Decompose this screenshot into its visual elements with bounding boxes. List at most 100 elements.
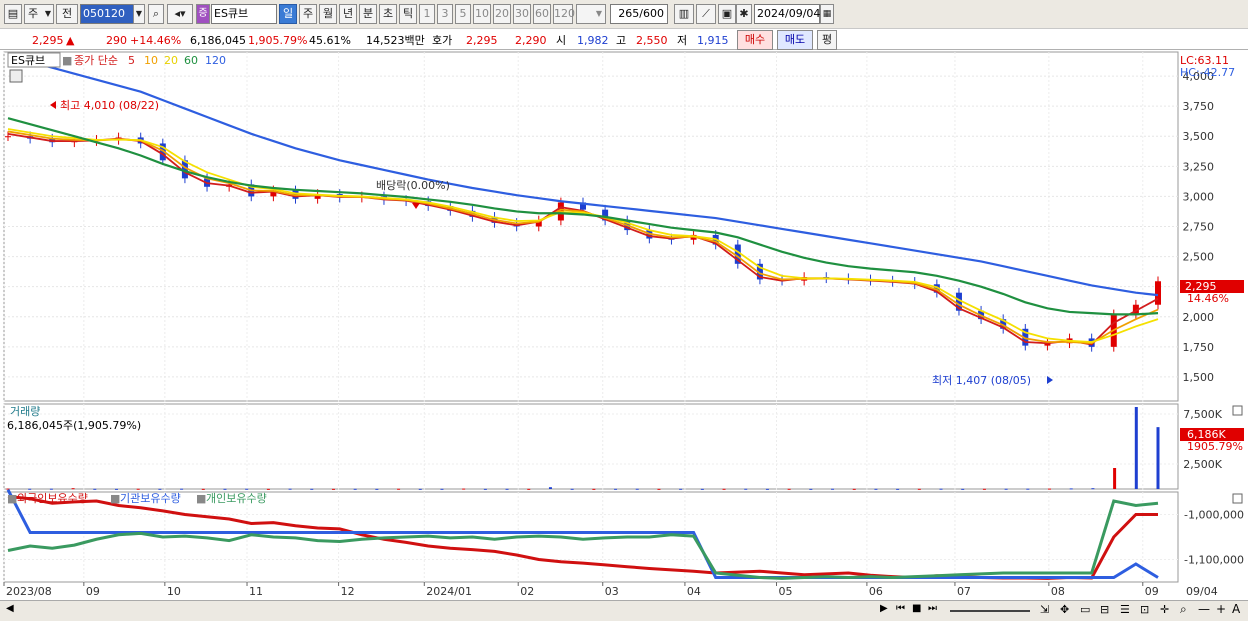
zoom-in-icon[interactable]: + — [1216, 602, 1226, 616]
bid-value: 2,290 — [515, 34, 547, 47]
volume-bar — [679, 488, 683, 490]
speaker-icon[interactable]: ◂▾ — [167, 4, 193, 24]
stop-icon[interactable]: ■ — [912, 603, 921, 614]
volume-bar — [1004, 488, 1008, 490]
tab-timeframe-week[interactable]: 주 — [299, 4, 317, 24]
volume-bar — [505, 488, 509, 490]
interval-120[interactable]: 120 — [553, 4, 575, 24]
volume-bar — [93, 488, 97, 490]
scroll-right-icon[interactable]: ▶ — [880, 603, 888, 614]
month-label: 06 — [869, 585, 883, 598]
price-tick-label: 2,750 — [1183, 221, 1215, 234]
volume-bar — [310, 488, 314, 490]
zoom-range-icon[interactable]: ⇲ — [1040, 603, 1049, 616]
crosshair-icon[interactable]: ✛ — [1160, 603, 1169, 616]
high-label: 고 — [616, 34, 627, 47]
price-tick-label: 2,500 — [1183, 251, 1215, 264]
grid-toggle-icon[interactable] — [9, 69, 23, 83]
interval-10[interactable]: 10 — [473, 4, 491, 24]
chevron-down-icon[interactable]: ▼ — [133, 4, 145, 24]
move-icon[interactable]: ✥ — [1060, 603, 1069, 616]
hc-label: HC:-42.77 — [1180, 66, 1235, 79]
toolbar: ▤ 주 ▼ 전 050120 ▼ ⌕ ◂▾ 증 ES큐브 일 주 월 년 분 초 … — [0, 0, 1248, 28]
interval-3[interactable]: 3 — [437, 4, 453, 24]
tab-timeframe-second[interactable]: 초 — [379, 4, 397, 24]
volume-bar — [71, 488, 75, 490]
pin-icon[interactable]: ⊡ — [1140, 603, 1149, 616]
calendar-icon[interactable]: ▦ — [820, 4, 834, 24]
volume-bar — [462, 488, 466, 490]
date-field[interactable]: 2024/09/04 — [754, 4, 820, 24]
month-label: 07 — [957, 585, 971, 598]
interval-20[interactable]: 20 — [493, 4, 511, 24]
window-icon[interactable]: ▭ — [1080, 603, 1090, 616]
prev-button[interactable]: 전 — [56, 4, 78, 24]
volume-bar — [223, 488, 227, 490]
volume-value-text: 6,186,045주(1,905.79%) — [7, 419, 141, 432]
volume-bar — [765, 488, 769, 490]
sell-button[interactable]: 매도 — [777, 30, 813, 50]
tab-timeframe-tick[interactable]: 틱 — [399, 4, 417, 24]
last-page-icon[interactable]: ⏭ — [928, 603, 937, 614]
volume-bar — [49, 488, 53, 490]
tab-timeframe-year[interactable]: 년 — [339, 4, 357, 24]
volume-bar — [657, 488, 661, 490]
count-value: 265 — [618, 7, 640, 20]
interval-5[interactable]: 5 — [455, 4, 471, 24]
scroll-left-icon[interactable]: ◀ — [6, 603, 14, 614]
amount-value: 14,523백만 — [366, 34, 425, 47]
tab-timeframe-day[interactable]: 일 — [279, 4, 297, 24]
month-label: 03 — [605, 585, 619, 598]
zoom-out-icon[interactable]: — — [1198, 602, 1210, 616]
last-pct-label: 14.46% — [1187, 292, 1229, 305]
zoom-icon[interactable]: ⌕ — [1180, 602, 1187, 617]
legend-ma5: 5 — [128, 54, 135, 67]
holding-close-icon[interactable] — [1232, 493, 1243, 504]
interval-60[interactable]: 60 — [533, 4, 551, 24]
volume-bar — [288, 488, 292, 490]
scrollbar[interactable]: ◀ ▶ ⏮ ■ ⏭ ⇲ ✥ ▭ ⊟ ☰ ⊡ ✛ ⌕ — + A — [0, 600, 1248, 621]
month-label: 2023/08 — [6, 585, 52, 598]
search-icon[interactable]: ⌕ — [148, 4, 164, 24]
volume-value: 6,186,045 — [190, 34, 246, 47]
buy-button[interactable]: 매수 — [737, 30, 773, 50]
candle-body — [1155, 281, 1161, 305]
month-label: 05 — [778, 585, 792, 598]
volume-close-icon[interactable] — [1232, 405, 1243, 416]
interval-30[interactable]: 30 — [513, 4, 531, 24]
stock-name-field[interactable]: ES큐브 — [211, 4, 277, 24]
candle-type-icon[interactable]: ▥ — [674, 4, 694, 24]
legend-bullet: ■ — [62, 54, 72, 67]
save-icon[interactable]: ▣ — [718, 4, 736, 24]
volume-bar — [180, 488, 184, 490]
volume-bar — [1069, 488, 1073, 490]
price-tick-label: 1,500 — [1183, 371, 1215, 384]
tab-timeframe-month[interactable]: 월 — [319, 4, 337, 24]
zoom-slider[interactable] — [950, 610, 1030, 612]
split-icon[interactable]: ⊟ — [1100, 603, 1109, 616]
period-select[interactable]: 주 ▼ — [24, 4, 54, 24]
list-icon[interactable]: ☰ — [1120, 603, 1130, 616]
count-field[interactable]: 265/600 — [610, 4, 668, 24]
interval-1[interactable]: 1 — [419, 4, 435, 24]
interval-select[interactable]: ▼ — [576, 4, 606, 24]
menu-icon[interactable]: ▤ — [4, 4, 22, 24]
volume-bar — [483, 488, 487, 490]
month-label: 12 — [341, 585, 355, 598]
volume-pct: 1,905.79% — [248, 34, 308, 47]
font-size-icon[interactable]: A — [1232, 602, 1240, 616]
tab-timeframe-minute[interactable]: 분 — [359, 4, 377, 24]
volume-bar — [1156, 427, 1160, 489]
month-label: 09 — [86, 585, 100, 598]
quote-bar: 2,295 ▲ 290 +14.46% 6,186,045 1,905.79% … — [0, 28, 1248, 50]
line-tool-icon[interactable]: ⟋ — [696, 4, 716, 24]
volume-bar — [982, 488, 986, 490]
eval-button[interactable]: 평 — [817, 30, 837, 50]
gear-icon[interactable]: ✱ — [736, 4, 752, 24]
ask-value: 2,295 — [466, 34, 498, 47]
volume-bar — [136, 488, 140, 490]
first-page-icon[interactable]: ⏮ — [896, 603, 905, 614]
volume-bar — [1113, 468, 1117, 489]
price-tick-label: 1,750 — [1183, 341, 1215, 354]
volume-bar — [722, 488, 726, 490]
